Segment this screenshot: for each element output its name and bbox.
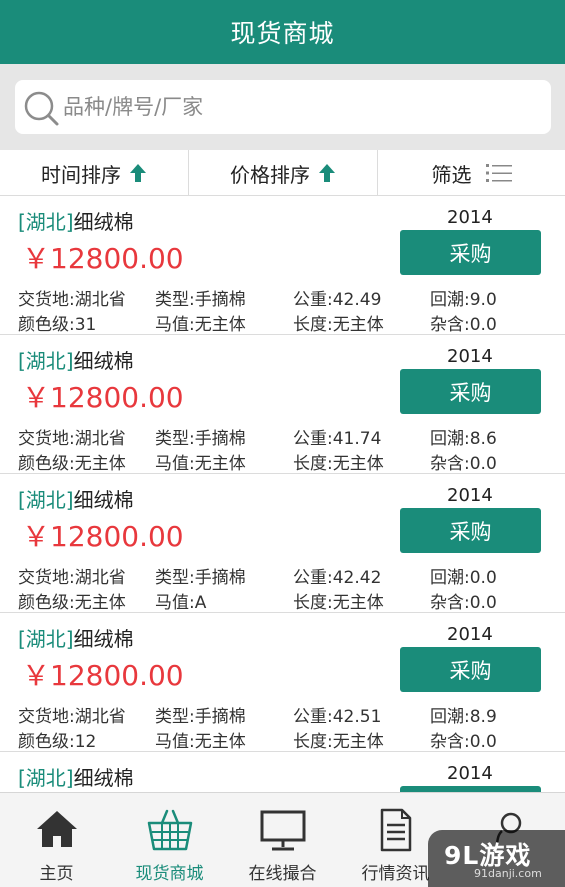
product-year: 2014 [447,207,493,228]
product-variety: 细绒棉 [73,488,134,512]
delivery-place: 交货地:湖北省 [18,429,126,449]
sort-by-time-button[interactable]: 时间排序 [0,150,189,196]
sort-by-price-label: 价格排序 [230,162,310,187]
search-input[interactable] [63,88,533,126]
tab-home[interactable]: 主页 [0,793,113,887]
document-icon [380,808,411,852]
list-item[interactable]: [湖北]细绒棉 2014 [0,752,565,792]
delivery-place: 交货地:湖北省 [18,290,126,310]
impurity-content: 杂含:0.0 [430,454,497,474]
product-year: 2014 [447,763,493,784]
cotton-type: 类型:手摘棉 [155,429,246,449]
micronaire-value: 马值:无主体 [155,732,246,752]
micronaire-value: 马值:无主体 [155,454,246,474]
sort-by-time-label: 时间排序 [41,162,121,187]
buy-button[interactable]: 采购 [400,369,541,414]
moisture-regain: 回潮:0.0 [430,568,497,588]
product-variety: 细绒棉 [73,210,134,234]
sort-bar: 时间排序 价格排序 筛选 [0,150,565,196]
color-grade: 颜色级:无主体 [18,454,126,474]
color-grade: 颜色级:无主体 [18,593,126,613]
basket-icon [147,809,192,851]
staple-length: 长度:无主体 [293,732,384,752]
buy-button[interactable]: 采购 [400,647,541,692]
delivery-place: 交货地:湖北省 [18,568,126,588]
tab-label: 现货商城 [135,864,204,884]
product-price: ￥12800.00 [22,659,184,692]
net-weight: 公重:42.49 [293,290,382,310]
product-region: [湖北] [18,488,74,512]
net-weight: 公重:42.51 [293,707,382,727]
search-box[interactable] [15,80,551,134]
product-name: [湖北]细绒棉 [18,484,134,513]
product-price: ￥12800.00 [22,381,184,414]
tab-spot-mall[interactable]: 现货商城 [113,793,226,887]
page-title: 现货商城 [0,0,565,64]
product-price: ￥12800.00 [22,242,184,275]
tab-label: 在线撮合 [248,864,317,884]
product-variety: 细绒棉 [73,766,134,790]
search-icon [24,91,59,126]
color-grade: 颜色级:31 [18,315,97,335]
cotton-type: 类型:手摘棉 [155,707,246,727]
filter-button[interactable]: 筛选 [378,150,565,196]
impurity-content: 杂含:0.0 [430,732,497,752]
site-watermark: 9L游戏 91danji.com [428,830,565,887]
buy-button[interactable]: 采购 [400,508,541,553]
monitor-icon [260,810,305,851]
product-year: 2014 [447,485,493,506]
tab-label: 主页 [39,864,74,884]
watermark-sub: 91danji.com [474,867,542,880]
product-name: [湖北]细绒棉 [18,623,134,652]
filter-label: 筛选 [431,162,472,187]
micronaire-value: 马值:A [155,593,207,613]
list-item[interactable]: [湖北]细绒棉 2014 ￥12800.00 采购 交货地:湖北省 类型:手摘棉… [0,613,565,752]
moisture-regain: 回潮:9.0 [430,290,497,310]
impurity-content: 杂含:0.0 [430,315,497,335]
product-region: [湖北] [18,210,74,234]
sort-by-price-button[interactable]: 价格排序 [189,150,378,196]
cotton-type: 类型:手摘棉 [155,290,246,310]
tab-online-matching[interactable]: 在线撮合 [226,793,339,887]
arrow-up-icon [319,164,335,182]
buy-button[interactable]: 采购 [400,230,541,275]
net-weight: 公重:41.74 [293,429,382,449]
product-region: [湖北] [18,627,74,651]
product-region: [湖北] [18,766,74,790]
product-name: [湖北]细绒棉 [18,762,134,791]
moisture-regain: 回潮:8.6 [430,429,497,449]
micronaire-value: 马值:无主体 [155,315,246,335]
staple-length: 长度:无主体 [293,315,384,335]
product-name: [湖北]细绒棉 [18,206,134,235]
tab-label: 行情资讯 [361,864,430,884]
product-year: 2014 [447,624,493,645]
net-weight: 公重:42.42 [293,568,382,588]
list-item[interactable]: [湖北]细绒棉 2014 ￥12800.00 采购 交货地:湖北省 类型:手摘棉… [0,196,565,335]
cotton-type: 类型:手摘棉 [155,568,246,588]
list-filter-icon [485,164,512,182]
list-item[interactable]: [湖北]细绒棉 2014 ￥12800.00 采购 交货地:湖北省 类型:手摘棉… [0,474,565,613]
impurity-content: 杂含:0.0 [430,593,497,613]
product-year: 2014 [447,346,493,367]
moisture-regain: 回潮:8.9 [430,707,497,727]
arrow-up-icon [130,164,146,182]
product-name: [湖北]细绒棉 [18,345,134,374]
product-variety: 细绒棉 [73,627,134,651]
product-list: [湖北]细绒棉 2014 ￥12800.00 采购 交货地:湖北省 类型:手摘棉… [0,196,565,792]
home-icon [36,811,77,847]
color-grade: 颜色级:12 [18,732,97,752]
product-price: ￥12800.00 [22,520,184,553]
delivery-place: 交货地:湖北省 [18,707,126,727]
product-region: [湖北] [18,349,74,373]
staple-length: 长度:无主体 [293,454,384,474]
staple-length: 长度:无主体 [293,593,384,613]
product-variety: 细绒棉 [73,349,134,373]
search-bar [0,64,565,150]
list-item[interactable]: [湖北]细绒棉 2014 ￥12800.00 采购 交货地:湖北省 类型:手摘棉… [0,335,565,474]
